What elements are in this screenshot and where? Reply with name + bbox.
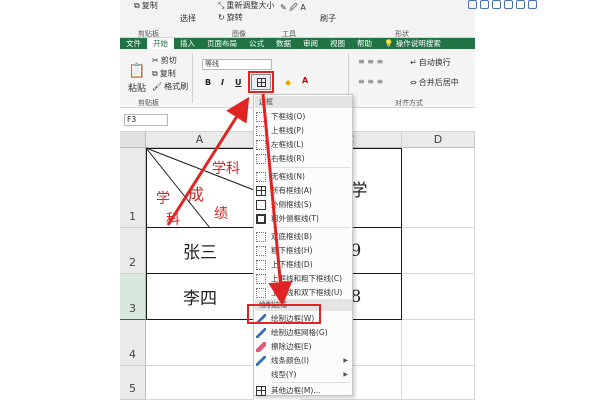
screenshot: ⧉ 复制 ⤡ 重新调整大小 ↻ 旋转 选择 刷子 ✎ 🖉 A 剪贴板 图像 工具 形状… [0, 0, 600, 400]
annotation-arrows [166, 93, 293, 306]
